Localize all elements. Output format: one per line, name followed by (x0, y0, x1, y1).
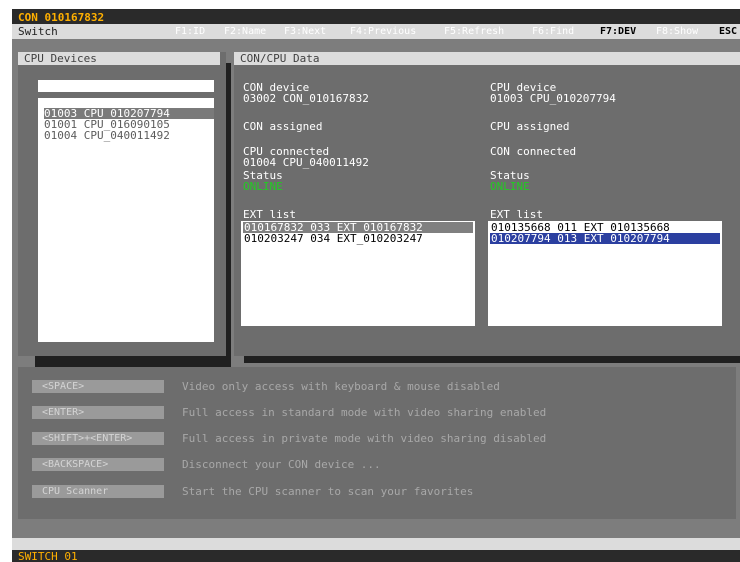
fkey-esc[interactable]: ESC (719, 25, 737, 38)
fkey-f4-previous[interactable]: F4:Previous (350, 25, 416, 38)
shift-enter-key-button[interactable]: <SHIFT>+<ENTER> (32, 432, 164, 445)
con-ext-item[interactable]: 010203247 034 EXT_010203247 (243, 233, 423, 244)
cpu-ext-list[interactable]: 010135668 011 EXT_010135668 010207794 01… (488, 221, 722, 326)
cpu-scanner-button[interactable]: CPU Scanner (32, 485, 164, 498)
fkey-f3-next[interactable]: F3:Next (284, 25, 326, 38)
backspace-key-button[interactable]: <BACKSPACE> (32, 458, 164, 471)
actions-panel: <SPACE> Video only access with keyboard … (18, 367, 736, 519)
cpu-device-value: 01003 CPU_010207794 (490, 92, 616, 105)
bottom-divider-bar (12, 538, 740, 550)
action-description: Start the CPU scanner to scan your favor… (182, 485, 474, 498)
con-device-value: 03002 CON_010167832 (243, 92, 369, 105)
con-status-value: ONLINE (243, 180, 283, 193)
cpu-assigned-label: CPU assigned (490, 120, 570, 133)
cpu-connected-value: 01004 CPU_040011492 (243, 156, 369, 169)
action-description: Disconnect your CON device ... (182, 458, 381, 471)
kvm-screen: CON 010167832 Switch F1:ID F2:Name F3:Ne… (12, 9, 740, 562)
space-key-button[interactable]: <SPACE> (32, 380, 164, 393)
fkey-f2-name[interactable]: F2:Name (224, 25, 266, 38)
status-bar: SWITCH 01 (12, 550, 740, 562)
cpu-ext-list-label: EXT list (490, 208, 543, 221)
function-key-bar: Switch F1:ID F2:Name F3:Next F4:Previous… (12, 24, 740, 39)
cpu-ext-item-selected[interactable]: 010207794 013 EXT_010207794 (490, 233, 720, 244)
cpu-search-field[interactable] (38, 80, 214, 92)
action-description: Video only access with keyboard & mouse … (182, 380, 500, 393)
fkey-f6-find[interactable]: F6:Find (532, 25, 574, 38)
cpu-list-item[interactable]: 01004 CPU_040011492 (44, 130, 170, 141)
menu-switch-label: Switch (18, 25, 58, 38)
con-title: CON 010167832 (18, 11, 105, 24)
enter-key-button[interactable]: <ENTER> (32, 406, 164, 419)
cpu-devices-header: CPU Devices (18, 52, 220, 65)
action-description: Full access in standard mode with video … (182, 406, 547, 419)
cpu-device-list[interactable]: 01003 CPU_010207794 01001 CPU_016090105 … (38, 98, 214, 342)
status-text: SWITCH 01 (18, 550, 78, 562)
fkey-f7-dev[interactable]: F7:DEV (600, 25, 636, 38)
con-cpu-data-header: CON/CPU Data (234, 52, 740, 65)
fkey-f8-show[interactable]: F8:Show (656, 25, 698, 38)
action-description: Full access in private mode with video s… (182, 432, 547, 445)
con-ext-list-label: EXT list (243, 208, 296, 221)
con-ext-list[interactable]: 010167832 033 EXT_010167832 010203247 03… (241, 221, 475, 326)
con-connected-label: CON connected (490, 145, 577, 158)
cpu-status-value: ONLINE (490, 180, 530, 193)
fkey-f5-refresh[interactable]: F5:Refresh (444, 25, 504, 38)
fkey-f1-id[interactable]: F1:ID (175, 25, 205, 38)
con-assigned-label: CON assigned (243, 120, 323, 133)
